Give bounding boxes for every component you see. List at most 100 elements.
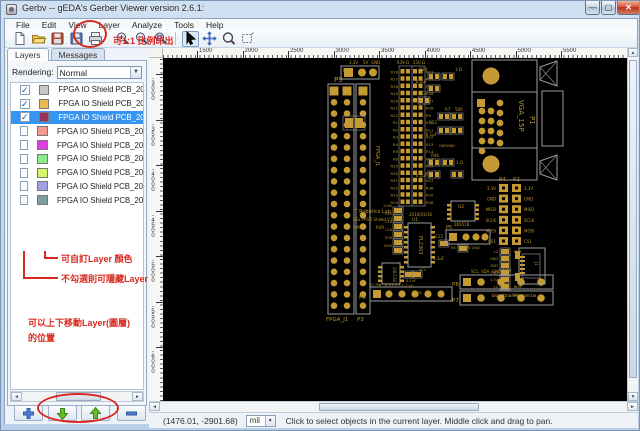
add-layer-button[interactable]	[14, 405, 43, 421]
layer-visibility-checkbox[interactable]: ✓	[20, 98, 30, 109]
menu-bar: File Edit View Layer Analyze Tools Help	[5, 19, 637, 30]
menu-tools[interactable]: Tools	[168, 20, 200, 30]
zoom-in-button[interactable]	[114, 31, 131, 47]
layer-visibility-checkbox[interactable]	[20, 195, 28, 206]
save-button[interactable]	[49, 31, 66, 47]
menu-layer[interactable]: Layer	[93, 20, 126, 30]
svg-text:R46: R46	[431, 153, 439, 158]
canvas-vscrollbar[interactable]: ▲ ▼	[627, 48, 638, 401]
measure-tool-button[interactable]	[239, 31, 256, 47]
layer-row[interactable]: ✓ FPGA IO Shield PCB_20160225-	[11, 83, 143, 97]
menu-help[interactable]: Help	[200, 20, 229, 30]
svg-text:MOSI: MOSI	[524, 228, 534, 233]
svg-text:R3: R3	[393, 135, 399, 140]
layer-color-swatch[interactable]	[38, 84, 50, 95]
maximize-button[interactable]: ▢	[601, 1, 616, 15]
menu-edit[interactable]: Edit	[36, 20, 63, 30]
ruler-label: 4500	[472, 48, 486, 54]
rendering-select[interactable]: Normal ▼	[56, 65, 142, 79]
zoom-out-button[interactable]	[133, 31, 150, 47]
panel-hscrollbar[interactable]: ◄ ►	[10, 391, 144, 402]
toolbar-separator	[175, 32, 176, 45]
svg-text:FPGA_J1: FPGA_J1	[374, 146, 380, 166]
svg-text:R7: R7	[445, 107, 451, 112]
scroll-down-icon[interactable]: ▼	[628, 392, 638, 401]
layer-row[interactable]: FPGA IO Shield PCB_20160225-	[11, 166, 143, 180]
menu-view[interactable]: View	[62, 20, 92, 30]
svg-text:R9: R9	[426, 113, 432, 118]
ruler-label: -4000	[150, 167, 156, 192]
svg-text:CS1: CS1	[524, 239, 532, 244]
svg-text:0.1uF: 0.1uF	[433, 256, 445, 261]
gerber-canvas[interactable]: R16R23R17R24R18R25R19R26R20R27R21R28R22R…	[163, 58, 627, 401]
svg-text:R2: R2	[393, 127, 399, 132]
layer-color-swatch[interactable]	[36, 181, 48, 192]
svg-text:R39 Ω: R39 Ω	[397, 60, 409, 65]
layer-row[interactable]: FPGA IO Shield PCB_20160225-	[11, 193, 143, 207]
ruler-label: 3000	[335, 48, 349, 54]
svg-text:R31: R31	[391, 178, 399, 183]
move-layer-up-button[interactable]	[81, 405, 110, 421]
new-button[interactable]	[11, 31, 28, 47]
minimize-button[interactable]: —	[585, 1, 600, 15]
menu-analyze[interactable]: Analyze	[126, 20, 168, 30]
svg-text:R45: R45	[426, 193, 434, 198]
layer-visibility-checkbox[interactable]	[20, 153, 28, 164]
ruler-tick	[156, 165, 163, 166]
layer-visibility-checkbox[interactable]	[20, 181, 28, 192]
scrollbar-thumb[interactable]	[629, 60, 637, 378]
zoom-fit-button[interactable]	[152, 31, 169, 47]
scroll-right-icon[interactable]: ►	[132, 392, 143, 401]
scrollbar-thumb[interactable]	[319, 403, 479, 411]
svg-text:R22: R22	[391, 113, 399, 118]
svg-text:3.3V: 3.3V	[349, 60, 358, 65]
canvas-hscrollbar[interactable]: ◄ ►	[149, 401, 638, 412]
zoom-tool-button[interactable]	[220, 31, 237, 47]
svg-text:R39: R39	[385, 236, 392, 240]
svg-text:SCLK: SCLK	[486, 218, 497, 223]
scroll-left-icon[interactable]: ◄	[11, 392, 22, 401]
layer-color-swatch[interactable]	[36, 140, 48, 151]
svg-text:R25: R25	[391, 164, 399, 169]
units-select[interactable]: mil ▼	[245, 414, 276, 427]
open-button[interactable]	[30, 31, 47, 47]
pan-tool-button[interactable]	[201, 31, 218, 47]
layer-color-swatch[interactable]	[36, 167, 48, 178]
title-bar: Gerbv -- gEDA's Gerber Viewer version 2.…	[1, 1, 639, 18]
layer-color-swatch[interactable]	[38, 98, 50, 109]
print-button[interactable]	[87, 31, 104, 47]
save-as-button[interactable]	[68, 31, 85, 47]
layer-color-swatch[interactable]	[38, 112, 50, 123]
layer-color-swatch[interactable]	[36, 126, 48, 137]
layer-row[interactable]: FPGA IO Shield PCB_20160225-	[11, 124, 143, 138]
scrollbar-thumb[interactable]	[56, 392, 101, 401]
layer-row[interactable]: ✓ FPGA IO Shield PCB_20160225-	[11, 110, 143, 125]
remove-layer-button[interactable]	[117, 405, 146, 421]
svg-text:R1: R1	[393, 120, 399, 125]
layer-visibility-checkbox[interactable]: ✓	[20, 112, 30, 123]
tab-layers[interactable]: Layers	[7, 48, 49, 61]
layer-row[interactable]: FPGA IO Shield PCB_20160225-	[11, 138, 143, 152]
pointer-tool-button[interactable]	[182, 30, 199, 47]
layer-row[interactable]: FPGA IO Shield PCB_20160225-	[11, 152, 143, 166]
layer-row[interactable]: FPGA IO Shield PCB_20160225.r	[11, 180, 143, 194]
layer-visibility-checkbox[interactable]	[20, 167, 28, 178]
layer-visibility-checkbox[interactable]	[20, 140, 28, 151]
layer-visibility-checkbox[interactable]: ✓	[20, 84, 30, 95]
layer-color-swatch[interactable]	[36, 153, 48, 164]
scroll-up-icon[interactable]: ▲	[628, 48, 638, 57]
layer-row[interactable]: ✓ FPGA IO Shield PCB_20160225-	[11, 97, 143, 111]
move-layer-down-button[interactable]	[48, 405, 77, 421]
menu-file[interactable]: File	[10, 20, 36, 30]
ruler-label: -5500	[150, 303, 156, 329]
svg-text:R21: R21	[391, 106, 399, 111]
svg-text:50R: 50R	[455, 107, 463, 112]
scroll-right-icon[interactable]: ►	[627, 402, 638, 411]
scroll-left-icon[interactable]: ◄	[149, 402, 160, 411]
layer-color-swatch[interactable]	[36, 195, 48, 206]
pcb-render: R16R23R17R24R18R25R19R26R20R27R21R28R22R…	[326, 59, 564, 323]
ruler-tick	[156, 74, 163, 75]
svg-text:230 Ω: 230 Ω	[413, 60, 425, 65]
close-button[interactable]: ✕	[617, 1, 639, 15]
layer-visibility-checkbox[interactable]	[20, 126, 28, 137]
